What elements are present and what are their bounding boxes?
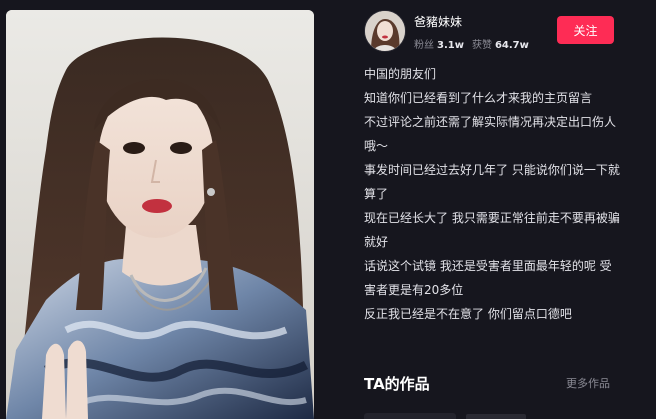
- caption-line: 算了: [364, 187, 389, 201]
- caption-line: 反正我已经是不在意了 你们留点口德吧: [364, 307, 572, 321]
- caption-line: 中国的朋友们: [364, 67, 437, 81]
- caption-line: 知道你们已经看到了什么才来我的主页留言: [364, 91, 593, 105]
- caption-line: 害者更是有20多位: [364, 283, 464, 297]
- work-thumbnail[interactable]: [364, 413, 456, 419]
- caption-line: 话说这个试镜 我还是受害者里面最年轻的呢 受: [364, 259, 612, 273]
- work-thumbnail[interactable]: [466, 414, 526, 419]
- follow-button[interactable]: 关注: [557, 16, 614, 44]
- likes-label: 获赞: [471, 40, 492, 51]
- caption-line: 就好: [364, 235, 389, 249]
- fans-label: 粉丝: [414, 40, 434, 51]
- video-photo[interactable]: [6, 10, 314, 419]
- caption-line: 事发时间已经过去好几年了 只能说你们说一下就: [364, 163, 620, 177]
- author-avatar[interactable]: [364, 10, 406, 52]
- caption-line: 不过评论之前还需了解实际情况再决定出口伤人: [364, 115, 617, 129]
- profile-page: 爸豬妹妹 粉丝 3.1w 获赞 64.7w 关注 中国的朋友们 知道你们已经看到了什么…: [0, 0, 656, 419]
- likes-count: 64.7w: [494, 40, 529, 51]
- caption-line: 现在已经长大了 我只需要正常往前走不要再被骗: [364, 211, 620, 225]
- fans-count: 3.1w: [437, 40, 464, 51]
- portrait-illustration: [6, 10, 314, 419]
- more-works-link[interactable]: 更多作品: [566, 375, 610, 391]
- author-stats: 粉丝 3.1w 获赞 64.7w: [414, 36, 537, 51]
- avatar-image: [365, 11, 405, 51]
- post-caption: 中国的朋友们 知道你们已经看到了什么才来我的主页留言 不过评论之前还需了解实际情…: [364, 62, 626, 326]
- author-name[interactable]: 爸豬妹妹: [414, 13, 462, 30]
- caption-line: 哦～: [364, 139, 389, 153]
- works-section-title: TA的作品: [364, 375, 430, 393]
